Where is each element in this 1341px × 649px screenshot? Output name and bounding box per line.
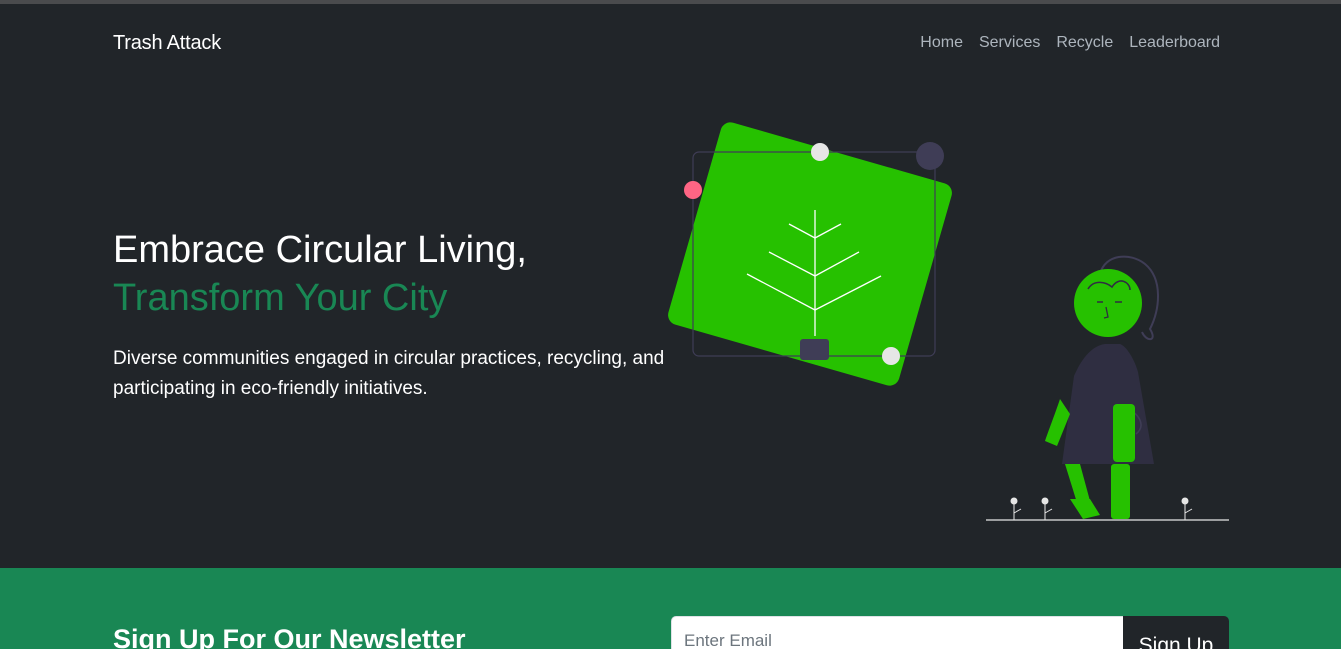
newsletter-section: Sign Up For Our Newsletter Sign Up	[0, 568, 1341, 649]
hero-title-line2: Transform Your City	[113, 277, 448, 319]
nav-item-recycle[interactable]: Recycle	[1056, 33, 1113, 53]
hero-headline: Embrace Circular Living, Transform Your …	[113, 226, 527, 322]
newsletter-title: Sign Up For Our Newsletter	[113, 624, 466, 649]
hero-illustration	[668, 122, 1229, 521]
email-field[interactable]	[671, 616, 1123, 649]
main-nav: Home Services Recycle Leaderboard	[920, 33, 1220, 53]
flowers	[1010, 497, 1193, 520]
handle-dot-dark	[916, 142, 944, 170]
hero-description: Diverse communities engaged in circular …	[113, 348, 665, 399]
handle-dot-top	[811, 143, 829, 161]
hero-section: Trash Attack Home Services Recycle Leade…	[0, 4, 1341, 568]
person-figure	[1045, 255, 1159, 519]
hero-title-line1: Embrace Circular Living,	[113, 229, 527, 271]
nav-item-home[interactable]: Home	[920, 33, 963, 53]
brand-logo[interactable]: Trash Attack	[113, 31, 221, 55]
nav-item-services[interactable]: Services	[979, 33, 1040, 53]
signup-button[interactable]: Sign Up	[1123, 616, 1229, 649]
plant-card	[668, 122, 952, 386]
plant-pot	[800, 339, 829, 360]
nav-item-leaderboard[interactable]: Leaderboard	[1129, 33, 1220, 53]
handle-dot-bottom	[882, 347, 900, 365]
handle-dot-pink	[684, 181, 702, 199]
